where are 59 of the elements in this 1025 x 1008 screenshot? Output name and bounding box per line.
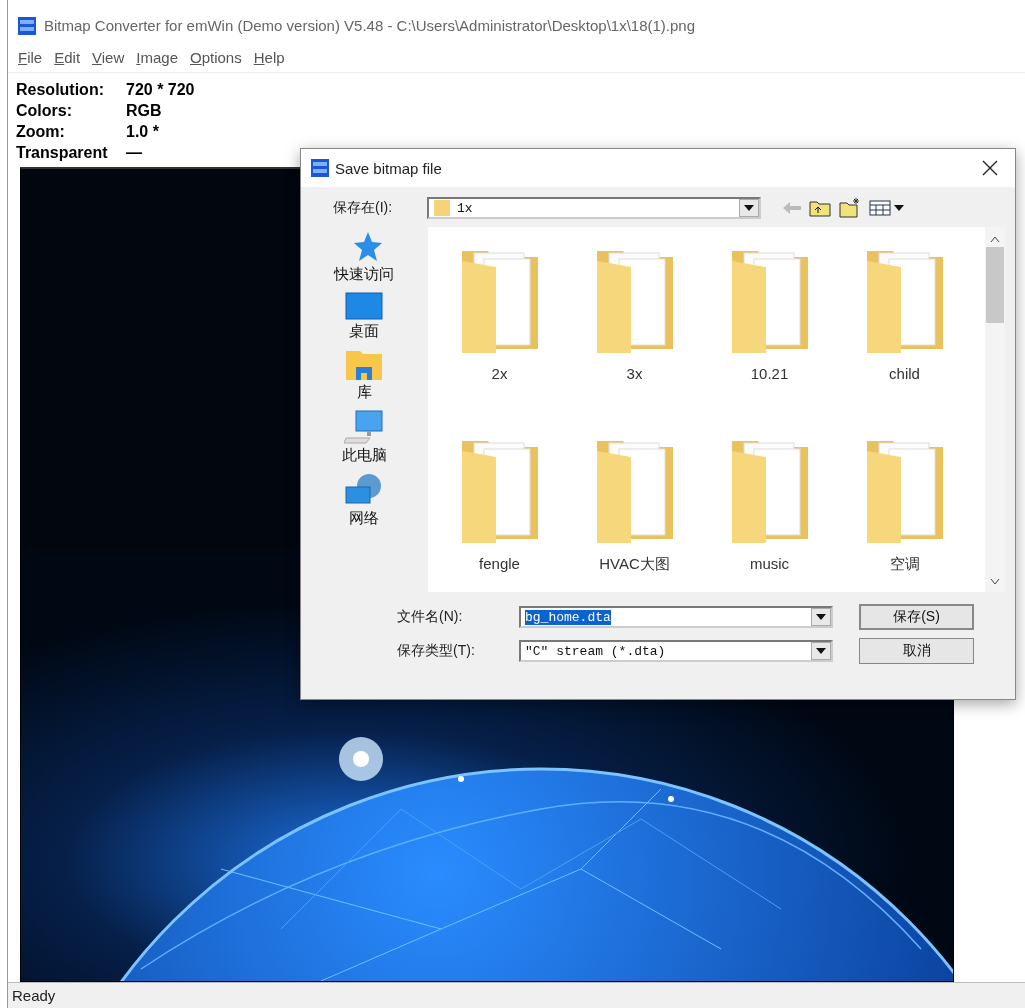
info-value: 1.0 * (126, 121, 160, 142)
folder-icon (433, 199, 451, 217)
menu-item[interactable]: Options (190, 49, 242, 67)
scroll-up-icon[interactable] (990, 235, 1000, 243)
info-label: Resolution: (16, 79, 105, 100)
place-item[interactable]: 桌面 (349, 322, 379, 341)
folder-name[interactable]: music (749, 555, 790, 572)
folder-name[interactable]: 3x (626, 365, 643, 382)
caret-icon (816, 614, 826, 620)
folder-name[interactable]: HVAC大图 (599, 555, 670, 574)
close-icon (982, 160, 998, 176)
dropdown-button[interactable] (811, 642, 831, 660)
info-value: 720 * 720 (126, 79, 196, 100)
folder-icon (345, 349, 383, 381)
place-item[interactable]: 快速访问 (334, 265, 394, 284)
info-value: RGB (126, 100, 163, 121)
view-menu-icon[interactable] (869, 200, 905, 216)
file-name-field[interactable]: bg_home.dta (519, 606, 833, 628)
save-button[interactable]: 保存(S) (859, 604, 974, 630)
place-item[interactable]: 此电脑 (341, 446, 387, 465)
file-name-label: 文件名(N): (397, 608, 464, 626)
place-item[interactable]: 库 (356, 383, 372, 402)
file-type-label: 保存类型(T): (397, 642, 476, 660)
window-title: Bitmap Converter for emWin (Demo version) V5.48 - C:\Users\Administrator\Desktop\1x\18(1).png (44, 17, 696, 35)
folder-name[interactable]: 10.21 (750, 365, 789, 382)
dropdown-button[interactable] (811, 608, 831, 626)
info-label: Colors: (16, 100, 73, 121)
new-folder-icon[interactable] (839, 198, 861, 218)
computer-icon (344, 410, 384, 444)
caret-icon (816, 648, 826, 654)
info-value: — (126, 142, 143, 163)
menu-item[interactable]: Image (136, 49, 178, 67)
dialog-title: Save bitmap file (335, 159, 443, 177)
scroll-thumb[interactable] (986, 247, 1004, 323)
info-label: Zoom: (16, 121, 66, 142)
save-in-label: 保存在(I): (333, 199, 394, 217)
status-text: Ready (12, 986, 56, 1004)
scrollbar[interactable] (985, 227, 1005, 592)
folder-name[interactable]: child (889, 365, 920, 382)
up-folder-icon[interactable] (809, 199, 831, 217)
scroll-down-icon[interactable] (990, 578, 1000, 586)
menu-item[interactable]: File (18, 49, 43, 67)
app-icon (18, 16, 36, 35)
cancel-button[interactable]: 取消 (859, 638, 974, 664)
place-item[interactable]: 网络 (349, 509, 379, 528)
info-label: Transparent (16, 142, 109, 163)
folder-name[interactable]: 2x (491, 365, 508, 382)
save-in-dropdown[interactable]: 1x (427, 197, 761, 219)
file-type-dropdown[interactable]: "C" stream (*.dta) (519, 640, 833, 662)
menu-item[interactable]: View (92, 49, 125, 67)
app-icon (311, 159, 329, 177)
caret-icon (744, 205, 754, 211)
network-icon (345, 473, 383, 507)
folder-name[interactable]: fengle (479, 555, 520, 572)
dropdown-button[interactable] (739, 199, 759, 217)
desktop-icon (345, 292, 383, 320)
menu-item[interactable]: Edit (54, 49, 81, 67)
folder-name[interactable]: 空调 (889, 555, 920, 574)
menu-item[interactable]: Help (253, 49, 285, 67)
